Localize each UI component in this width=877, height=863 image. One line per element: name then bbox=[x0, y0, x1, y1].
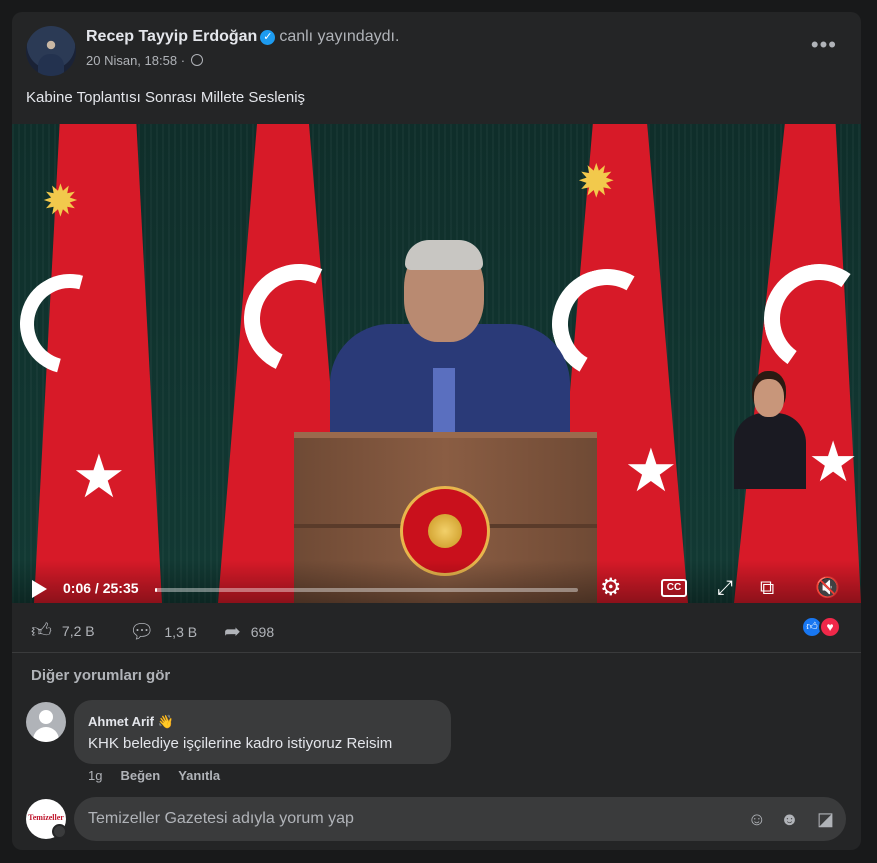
comment-reply-button[interactable]: Yanıtla bbox=[178, 768, 220, 783]
comment-actions: 1g Beğen Yanıtla bbox=[88, 768, 220, 783]
video-time: 0:06 / 25:35 bbox=[63, 580, 139, 596]
mute-icon[interactable]: 🔇 bbox=[815, 577, 840, 599]
verified-icon: ✓ bbox=[260, 30, 276, 45]
comment-author[interactable]: Ahmet Arif 👋 bbox=[88, 714, 174, 730]
page-avatar-logo: Temizeller bbox=[28, 813, 64, 822]
captions-button[interactable]: CC bbox=[661, 579, 687, 597]
fullscreen-icon[interactable]: ⤢ bbox=[717, 577, 733, 599]
progress-fill bbox=[155, 588, 157, 592]
profile-switch-icon[interactable] bbox=[52, 824, 67, 839]
video-controls: 0:06 / 25:35 ⚙ CC ⤢ ⧉ 🔇 bbox=[12, 560, 861, 603]
avatar-sticker-icon[interactable]: ☺ bbox=[748, 808, 766, 830]
flag-star-right: ★ bbox=[808, 430, 859, 493]
settings-gear-icon[interactable]: ⚙ bbox=[600, 576, 622, 600]
post-status: canlı yayındaydı. bbox=[279, 28, 400, 45]
meta-separator: · bbox=[180, 53, 186, 68]
current-time: 0:06 bbox=[63, 580, 92, 596]
comment-text: KHK belediye işçilerine kadro istiyoruz … bbox=[88, 735, 393, 752]
post-caption: Kabine Toplantısı Sonrası Millete Seslen… bbox=[26, 89, 306, 106]
author-line: Recep Tayyip Erdoğan ✓ canlı yayındaydı. bbox=[86, 28, 399, 46]
like-stat[interactable]: 👍︎ 7,2 B bbox=[31, 619, 95, 643]
comment-author-name[interactable]: Ahmet Arif bbox=[88, 714, 154, 729]
post-card: Recep Tayyip Erdoğan ✓ canlı yayındaydı. 2… bbox=[12, 12, 861, 850]
share-stat[interactable]: ➦ 698 bbox=[224, 619, 274, 644]
more-comments-link[interactable]: Diğer yorumları gör bbox=[31, 667, 170, 684]
thumbs-up-icon: 👍︎ bbox=[31, 620, 52, 642]
duration: 25:35 bbox=[102, 580, 139, 596]
progress-bar[interactable] bbox=[155, 588, 578, 592]
video-player[interactable]: ★ ✹ ✹ ★ ★ 0:06 / 25:35 ⚙ CC ⤢ ⧉ 🔇 bbox=[12, 124, 861, 603]
comment-input-placeholder: Temizeller Gazetesi adıyla yorum yap bbox=[88, 810, 354, 827]
play-icon[interactable] bbox=[32, 580, 47, 598]
emoji-icon[interactable]: ☻ bbox=[780, 808, 799, 830]
reaction-icons[interactable]: 👍︎ ♥ bbox=[801, 616, 845, 640]
share-arrow-icon: ➦ bbox=[224, 621, 241, 643]
commenter-avatar[interactable] bbox=[26, 702, 66, 742]
author-name[interactable]: Recep Tayyip Erdoğan bbox=[86, 28, 257, 45]
speaker-tie bbox=[433, 368, 455, 438]
comment-count: 1,3 B bbox=[164, 623, 198, 640]
post-header: Recep Tayyip Erdoğan ✓ canlı yayındaydı. 2… bbox=[12, 12, 861, 80]
comment-time[interactable]: 1g bbox=[88, 768, 102, 783]
post-stats: 👍︎ 7,2 B 💬︎ 1,3 B ➦ 698 👍︎ ♥ bbox=[12, 603, 861, 653]
flag-star-left: ★ bbox=[72, 443, 126, 510]
like-count: 7,2 B bbox=[61, 623, 95, 639]
time-separator: / bbox=[91, 580, 103, 596]
interpreter-head bbox=[754, 379, 784, 417]
emblem-star-left: ✹ bbox=[42, 177, 79, 226]
post-date[interactable]: 20 Nisan, 18:58 bbox=[86, 53, 177, 68]
flag-star-center-right: ★ bbox=[624, 437, 678, 504]
more-options-button[interactable]: ••• bbox=[811, 34, 837, 56]
author-avatar[interactable] bbox=[26, 26, 76, 76]
globe-icon bbox=[190, 54, 203, 66]
waving-hand-icon: 👋 bbox=[157, 714, 174, 729]
love-reaction-icon: ♥ bbox=[819, 616, 841, 638]
comment-bubble-icon: 💬︎ bbox=[129, 621, 155, 643]
sign-language-interpreter bbox=[728, 379, 812, 489]
comment-like-button[interactable]: Beğen bbox=[120, 768, 160, 783]
share-count: 698 bbox=[250, 623, 275, 640]
interpreter-body bbox=[734, 413, 806, 489]
post-meta: 20 Nisan, 18:58 · bbox=[86, 53, 203, 68]
comment-stat[interactable]: 💬︎ 1,3 B bbox=[129, 619, 197, 644]
miniplayer-icon[interactable]: ⧉ bbox=[760, 577, 774, 599]
emblem-star-right: ✹ bbox=[577, 155, 616, 207]
sticker-icon[interactable]: ◪ bbox=[817, 808, 834, 830]
comment-input[interactable]: Temizeller Gazetesi adıyla yorum yap ☺ ☻… bbox=[74, 797, 846, 841]
comment-bubble: Ahmet Arif 👋 KHK belediye işçilerine kad… bbox=[74, 700, 451, 764]
speaker-hair bbox=[405, 240, 483, 270]
